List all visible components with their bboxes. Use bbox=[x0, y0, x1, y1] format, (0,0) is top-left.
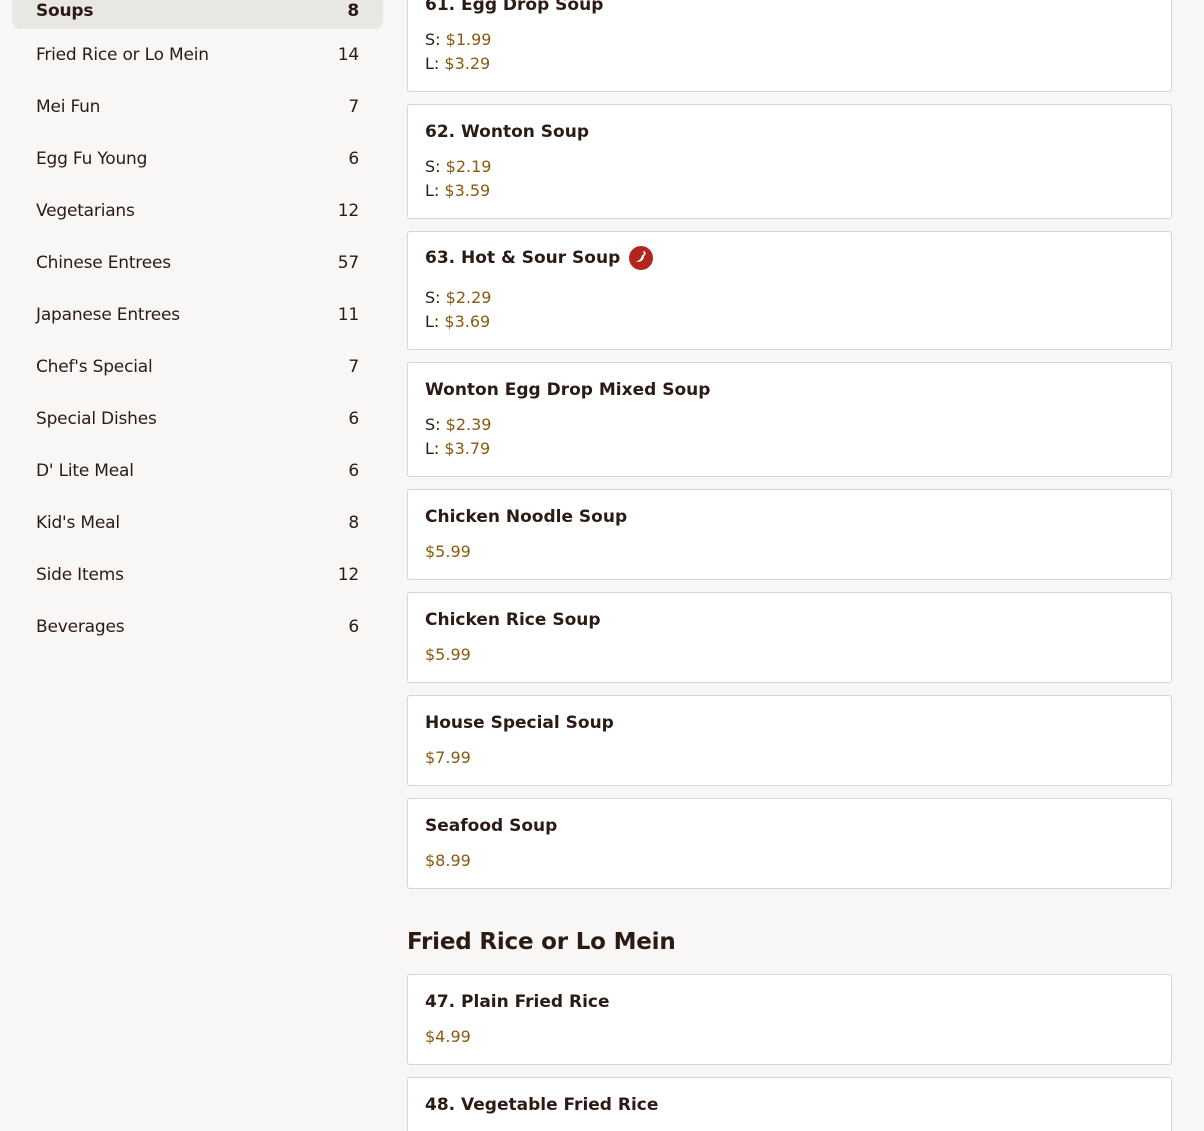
category-soups[interactable]: Soups 8 bbox=[12, 0, 383, 29]
menu-item-price-small: S: $1.99 bbox=[425, 30, 492, 49]
menu-item-name: 63. Hot & Sour Soup bbox=[425, 246, 654, 270]
category-label: Kid's Meal bbox=[36, 513, 120, 533]
category-label: Beverages bbox=[36, 617, 125, 637]
section-title: Fried Rice or Lo Mein bbox=[407, 929, 676, 955]
category-label: Chinese Entrees bbox=[36, 253, 171, 273]
category-count: 12 bbox=[337, 565, 359, 585]
category-egg-fu-young[interactable]: Egg Fu Young 6 bbox=[12, 133, 383, 185]
menu-item-card[interactable]: Seafood Soup $8.99 bbox=[407, 798, 1172, 889]
menu-item-card[interactable]: Wonton Egg Drop Mixed Soup S: $2.39 L: $… bbox=[407, 362, 1172, 477]
category-label: Chef's Special bbox=[36, 357, 153, 377]
category-label: Fried Rice or Lo Mein bbox=[36, 45, 209, 65]
menu-item-name: House Special Soup bbox=[425, 713, 614, 733]
category-count: 6 bbox=[348, 409, 359, 429]
menu-item-name: 48. Vegetable Fried Rice bbox=[425, 1095, 659, 1115]
menu-item-name: 62. Wonton Soup bbox=[425, 122, 589, 142]
category-label: Side Items bbox=[36, 565, 124, 585]
menu-item-price-small: S: $2.39 bbox=[425, 415, 492, 434]
menu-item-name: Chicken Rice Soup bbox=[425, 610, 601, 630]
menu-item-card[interactable]: Chicken Noodle Soup $5.99 bbox=[407, 489, 1172, 580]
category-beverages[interactable]: Beverages 6 bbox=[12, 601, 383, 653]
category-label: Mei Fun bbox=[36, 97, 101, 117]
menu-item-price: $8.99 bbox=[425, 851, 471, 870]
menu-item-card[interactable]: Chicken Rice Soup $5.99 bbox=[407, 592, 1172, 683]
category-label: Soups bbox=[36, 0, 94, 21]
category-count: 6 bbox=[348, 149, 359, 169]
menu-item-price-large: L: $3.79 bbox=[425, 439, 491, 458]
menu-item-price-small: S: $2.29 bbox=[425, 288, 492, 307]
menu-item-price: $5.99 bbox=[425, 645, 471, 664]
category-special-dishes[interactable]: Special Dishes 6 bbox=[12, 393, 383, 445]
category-count: 8 bbox=[347, 0, 359, 21]
menu-item-card[interactable]: 47. Plain Fried Rice $4.99 bbox=[407, 974, 1172, 1065]
category-label: Vegetarians bbox=[36, 201, 135, 221]
category-label: Special Dishes bbox=[36, 409, 157, 429]
category-count: 6 bbox=[348, 461, 359, 481]
category-mei-fun[interactable]: Mei Fun 7 bbox=[12, 81, 383, 133]
menu-item-price-large: L: $3.69 bbox=[425, 312, 491, 331]
category-count: 11 bbox=[337, 305, 359, 325]
category-vegetarians[interactable]: Vegetarians 12 bbox=[12, 185, 383, 237]
category-side-items[interactable]: Side Items 12 bbox=[12, 549, 383, 601]
category-count: 6 bbox=[348, 617, 359, 637]
menu-item-card[interactable]: 61. Egg Drop Soup S: $1.99 L: $3.29 bbox=[407, 0, 1172, 92]
menu-item-price-large: L: $3.29 bbox=[425, 54, 491, 73]
category-count: 57 bbox=[337, 253, 359, 273]
menu-item-name: 47. Plain Fried Rice bbox=[425, 992, 610, 1012]
menu-item-price-small: S: $2.19 bbox=[425, 157, 492, 176]
menu-item-name: Seafood Soup bbox=[425, 816, 558, 836]
menu-item-name: Chicken Noodle Soup bbox=[425, 507, 628, 527]
chili-pepper-icon bbox=[629, 246, 654, 270]
menu-item-card[interactable]: 63. Hot & Sour Soup S: $2.29 L: $3.69 bbox=[407, 231, 1172, 350]
category-chefs-special[interactable]: Chef's Special 7 bbox=[12, 341, 383, 393]
menu-item-price: $7.99 bbox=[425, 748, 471, 767]
category-kids-meal[interactable]: Kid's Meal 8 bbox=[12, 497, 383, 549]
menu-item-card[interactable]: 48. Vegetable Fried Rice bbox=[407, 1077, 1172, 1131]
menu-item-card[interactable]: House Special Soup $7.99 bbox=[407, 695, 1172, 786]
menu-item-price-large: L: $3.59 bbox=[425, 181, 491, 200]
menu-item-name: 61. Egg Drop Soup bbox=[425, 0, 604, 15]
category-count: 12 bbox=[337, 201, 359, 221]
menu-item-price: $4.99 bbox=[425, 1027, 471, 1046]
category-count: 7 bbox=[348, 97, 359, 117]
category-label: Japanese Entrees bbox=[36, 305, 180, 325]
menu-item-card[interactable]: 62. Wonton Soup S: $2.19 L: $3.59 bbox=[407, 104, 1172, 219]
category-fried-rice-lo-mein[interactable]: Fried Rice or Lo Mein 14 bbox=[12, 29, 383, 81]
category-chinese-entrees[interactable]: Chinese Entrees 57 bbox=[12, 237, 383, 289]
category-count: 8 bbox=[348, 513, 359, 533]
category-count: 7 bbox=[348, 357, 359, 377]
category-label: D' Lite Meal bbox=[36, 461, 134, 481]
menu-item-price: $5.99 bbox=[425, 542, 471, 561]
menu-item-name: Wonton Egg Drop Mixed Soup bbox=[425, 380, 711, 400]
category-japanese-entrees[interactable]: Japanese Entrees 11 bbox=[12, 289, 383, 341]
category-sidebar: Soups 8 Fried Rice or Lo Mein 14 Mei Fun… bbox=[12, 0, 383, 653]
category-d-lite-meal[interactable]: D' Lite Meal 6 bbox=[12, 445, 383, 497]
category-count: 14 bbox=[337, 45, 359, 65]
category-label: Egg Fu Young bbox=[36, 149, 148, 169]
